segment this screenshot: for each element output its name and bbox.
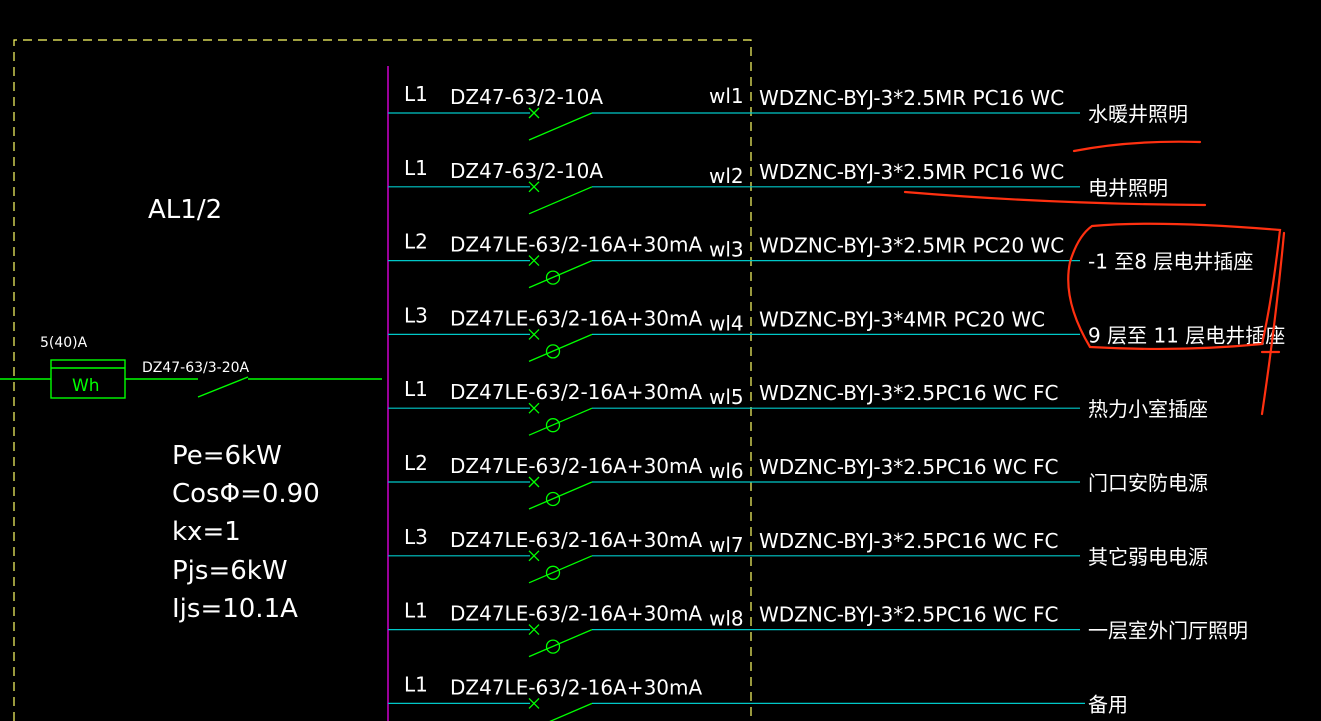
circuit-breaker-label: DZ47LE-63/2-16A+30mA: [450, 233, 702, 257]
breaker-cross-mark: [528, 624, 540, 636]
branch-circuits: L1 DZ47-63/2-10A wl1 WDZNC-BYJ-3*2.5MR PC16…: [388, 82, 1285, 721]
circuit-row: L3 DZ47LE-63/2-16A+30mA wl7 WDZNC-BYJ-3*2.5…: [388, 525, 1208, 584]
circuit-row: L3 DZ47LE-63/2-16A+30mA wl4 WDZNC-BYJ-3*4MR…: [388, 303, 1285, 362]
circuit-row: L1 DZ47-63/2-10A wl2 WDZNC-BYJ-3*2.5MR PC16…: [388, 156, 1168, 215]
circuit-phase: L2: [404, 230, 428, 254]
circuit-load-name: 其它弱电电源: [1088, 545, 1208, 569]
circuit-phase: L3: [404, 525, 428, 549]
circuit-load-name: 门口安防电源: [1088, 471, 1208, 495]
circuit-row: L2 DZ47LE-63/2-16A+30mA wl3 WDZNC-BYJ-3*2.5…: [388, 230, 1253, 289]
underline-stroke-1: [1072, 140, 1202, 153]
distribution-diagram: AL1/2 Wh 5(40)A DZ47-63/3-20A Pe=6kW Cos…: [0, 39, 1285, 721]
circuit-breaker-label: DZ47-63/2-10A: [450, 159, 603, 183]
breaker-cross-mark: [528, 328, 540, 340]
meter-label: Wh: [72, 376, 100, 396]
circuit-row: L1 DZ47-63/2-10A wl1 WDZNC-BYJ-3*2.5MR PC16…: [388, 82, 1188, 141]
circuit-row: L1 DZ47LE-63/2-16A+30mA 备用: [388, 672, 1128, 721]
panel-name: AL1/2: [148, 195, 222, 225]
circuit-row: L2 DZ47LE-63/2-16A+30mA wl6 WDZNC-BYJ-3*2.5…: [388, 451, 1208, 510]
circuit-id: wl2: [709, 164, 744, 188]
circuit-id: wl1: [709, 84, 744, 108]
circuit-breaker-label: DZ47LE-63/2-16A+30mA: [450, 454, 702, 478]
circuit-load-name: 电井照明: [1088, 176, 1168, 200]
circuit-cable: WDZNC-BYJ-3*2.5PC16 WC FC: [759, 529, 1058, 553]
breaker-cross-mark: [528, 697, 540, 709]
circuit-cable: WDZNC-BYJ-3*2.5MR PC16 WC: [759, 86, 1064, 110]
param-kx: kx=1: [172, 517, 241, 547]
circuit-cable: WDZNC-BYJ-3*2.5PC16 WC FC: [759, 455, 1058, 479]
circuit-row: L1 DZ47LE-63/2-16A+30mA wl8 WDZNC-BYJ-3*2.5…: [388, 599, 1248, 658]
incoming-feeder: Wh 5(40)A DZ47-63/3-20A: [0, 335, 382, 399]
circuit-phase: L1: [404, 377, 428, 401]
circuit-breaker-label: DZ47-63/2-10A: [450, 85, 603, 109]
circuit-breaker-label: DZ47LE-63/2-16A+30mA: [450, 380, 702, 404]
circuit-id: wl8: [709, 607, 744, 631]
breaker-cross-mark: [528, 255, 540, 267]
circuit-breaker-label: DZ47LE-63/2-16A+30mA: [450, 306, 702, 330]
circuit-row: L1 DZ47LE-63/2-16A+30mA wl5 WDZNC-BYJ-3*2.5…: [388, 377, 1208, 436]
circuit-cable: WDZNC-BYJ-3*2.5MR PC16 WC: [759, 160, 1064, 184]
circuit-load-name: 备用: [1088, 692, 1128, 716]
circuit-breaker-label: DZ47LE-63/2-16A+30mA: [450, 528, 702, 552]
circuit-cable: WDZNC-BYJ-3*2.5MR PC20 WC: [759, 234, 1064, 258]
param-cosphi: CosΦ=0.90: [172, 479, 320, 509]
breaker-cross-mark: [528, 402, 540, 414]
breaker-cross-mark: [528, 550, 540, 562]
circuit-id: wl6: [709, 459, 744, 483]
circuit-cable: WDZNC-BYJ-3*2.5PC16 WC FC: [759, 603, 1058, 627]
circuit-id: wl3: [709, 238, 744, 262]
circuit-id: wl7: [709, 533, 744, 557]
param-ijs: Ijs=10.1A: [172, 594, 298, 624]
param-pjs: Pjs=6kW: [172, 556, 288, 586]
main-breaker-label: DZ47-63/3-20A: [142, 360, 250, 376]
param-pe: Pe=6kW: [172, 441, 282, 471]
circuit-load-name: 水暖井照明: [1088, 102, 1188, 126]
circuit-cable: WDZNC-BYJ-3*4MR PC20 WC: [759, 307, 1045, 331]
circuit-load-name: -1 至8 层电井插座: [1088, 250, 1253, 274]
circuit-phase: L2: [404, 451, 428, 475]
circuit-id: wl5: [709, 385, 744, 409]
breaker-contact: [549, 702, 593, 721]
circuit-phase: L3: [404, 303, 428, 327]
circuit-phase: L1: [404, 672, 428, 696]
breaker-cross-mark: [528, 476, 540, 488]
breaker-cross-mark: [528, 107, 540, 119]
panel-parameters: Pe=6kW CosΦ=0.90 kx=1 Pjs=6kW Ijs=10.1A: [172, 441, 320, 624]
circuit-breaker-label: DZ47LE-63/2-16A+30mA: [450, 602, 702, 626]
circuit-load-name: 一层室外门厅照明: [1088, 619, 1248, 643]
main-breaker-contact: [197, 376, 249, 398]
circuit-id: wl4: [709, 311, 744, 335]
circuit-phase: L1: [404, 82, 428, 106]
breaker-cross-mark: [528, 181, 540, 193]
circuit-phase: L1: [404, 599, 428, 623]
circuit-breaker-label: DZ47LE-63/2-16A+30mA: [450, 675, 702, 699]
circuit-phase: L1: [404, 156, 428, 180]
circuit-load-name: 热力小室插座: [1088, 397, 1208, 421]
circuit-cable: WDZNC-BYJ-3*2.5PC16 WC FC: [759, 381, 1058, 405]
meter-rating: 5(40)A: [40, 335, 88, 351]
